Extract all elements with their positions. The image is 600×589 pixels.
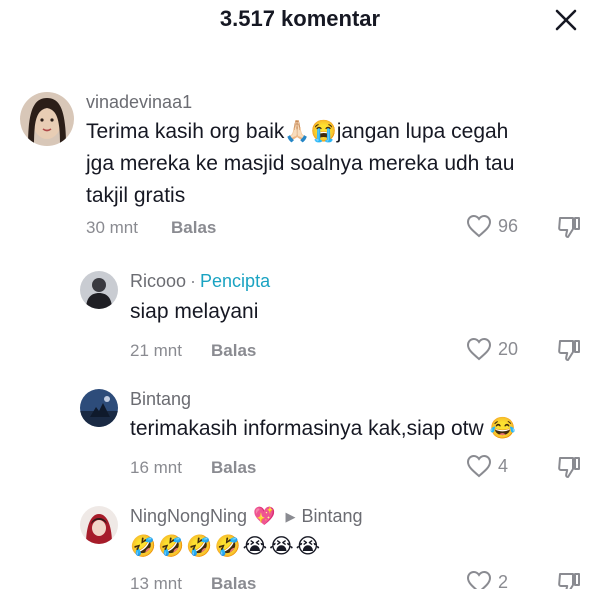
like-count: 20 — [498, 338, 519, 359]
like-count: 96 — [498, 215, 519, 236]
avatar[interactable] — [80, 506, 118, 544]
reply-target-username[interactable]: Bintang — [302, 506, 363, 527]
like-count: 4 — [498, 455, 509, 476]
like-button[interactable]: 20 — [466, 337, 518, 361]
like-count: 2 — [498, 571, 509, 589]
close-button[interactable] — [548, 2, 584, 38]
reply-button[interactable]: Balas — [171, 218, 216, 238]
dislike-button[interactable] — [556, 454, 582, 480]
heart-outline-icon — [466, 337, 492, 361]
comment-username[interactable]: vinadevinaa1 — [86, 92, 192, 113]
thumbs-down-icon — [558, 573, 580, 589]
username-text[interactable]: NingNongNing — [130, 506, 247, 527]
heart-outline-icon — [466, 214, 492, 238]
reply-button[interactable]: Balas — [211, 574, 256, 589]
comment-timestamp: 21 mnt — [130, 341, 182, 360]
heart-outline-icon — [466, 570, 492, 589]
comment-text-line: Terima kasih org baik🙏🏻😭jangan lupa cega… — [86, 120, 509, 143]
comments-count-title: 3.517 komentar — [219, 6, 381, 31]
comment-text: terimakasih informasinya kak,siap otw 😂 — [130, 417, 516, 440]
comment-text-line: jga mereka ke masjid soalnya mereka udh … — [86, 152, 515, 175]
heart-outline-icon — [466, 454, 492, 478]
thumbs-down-icon — [558, 217, 580, 238]
avatar[interactable] — [20, 92, 74, 146]
avatar[interactable] — [80, 389, 118, 427]
heart-emoji: 💖 — [253, 506, 276, 527]
like-button[interactable]: 96 — [466, 214, 518, 238]
comment-timestamp: 30 mnt — [86, 218, 138, 237]
thumbs-down-icon — [558, 340, 580, 361]
like-button[interactable]: 2 — [466, 570, 508, 589]
comment-timestamp: 16 mnt — [130, 458, 182, 477]
username-text[interactable]: Ricooo — [130, 271, 186, 292]
dislike-button[interactable] — [556, 337, 582, 363]
avatar[interactable] — [80, 271, 118, 309]
reply-button[interactable]: Balas — [211, 341, 256, 361]
comment-text: Terima kasih org baik🙏🏻😭jangan lupa cega… — [86, 116, 514, 212]
comment-username[interactable]: NingNongNing 💖 ▶ Bintang — [130, 506, 363, 527]
like-button[interactable]: 4 — [466, 454, 508, 478]
reply-button[interactable]: Balas — [211, 458, 256, 478]
comment-text: 🤣🤣🤣🤣😭😭😭 — [130, 534, 323, 558]
dislike-button[interactable] — [556, 570, 582, 589]
thumbs-down-icon — [558, 457, 580, 478]
reply-arrow-icon: ▶ — [285, 508, 296, 524]
comment-username[interactable]: Ricooo · Pencipta — [130, 271, 270, 292]
comment-timestamp: 13 mnt — [130, 574, 182, 589]
comment-username[interactable]: Bintang — [130, 389, 191, 410]
comment-text-line: takjil gratis — [86, 184, 186, 207]
comments-header: 3.517 komentar — [0, 0, 600, 44]
separator-dot: · — [190, 271, 197, 291]
comment-text: siap melayani — [130, 300, 259, 323]
close-icon — [555, 9, 577, 31]
creator-badge: Pencipta — [200, 271, 271, 291]
dislike-button[interactable] — [556, 214, 582, 240]
username-text[interactable]: vinadevinaa1 — [86, 92, 192, 113]
username-text[interactable]: Bintang — [130, 389, 191, 410]
